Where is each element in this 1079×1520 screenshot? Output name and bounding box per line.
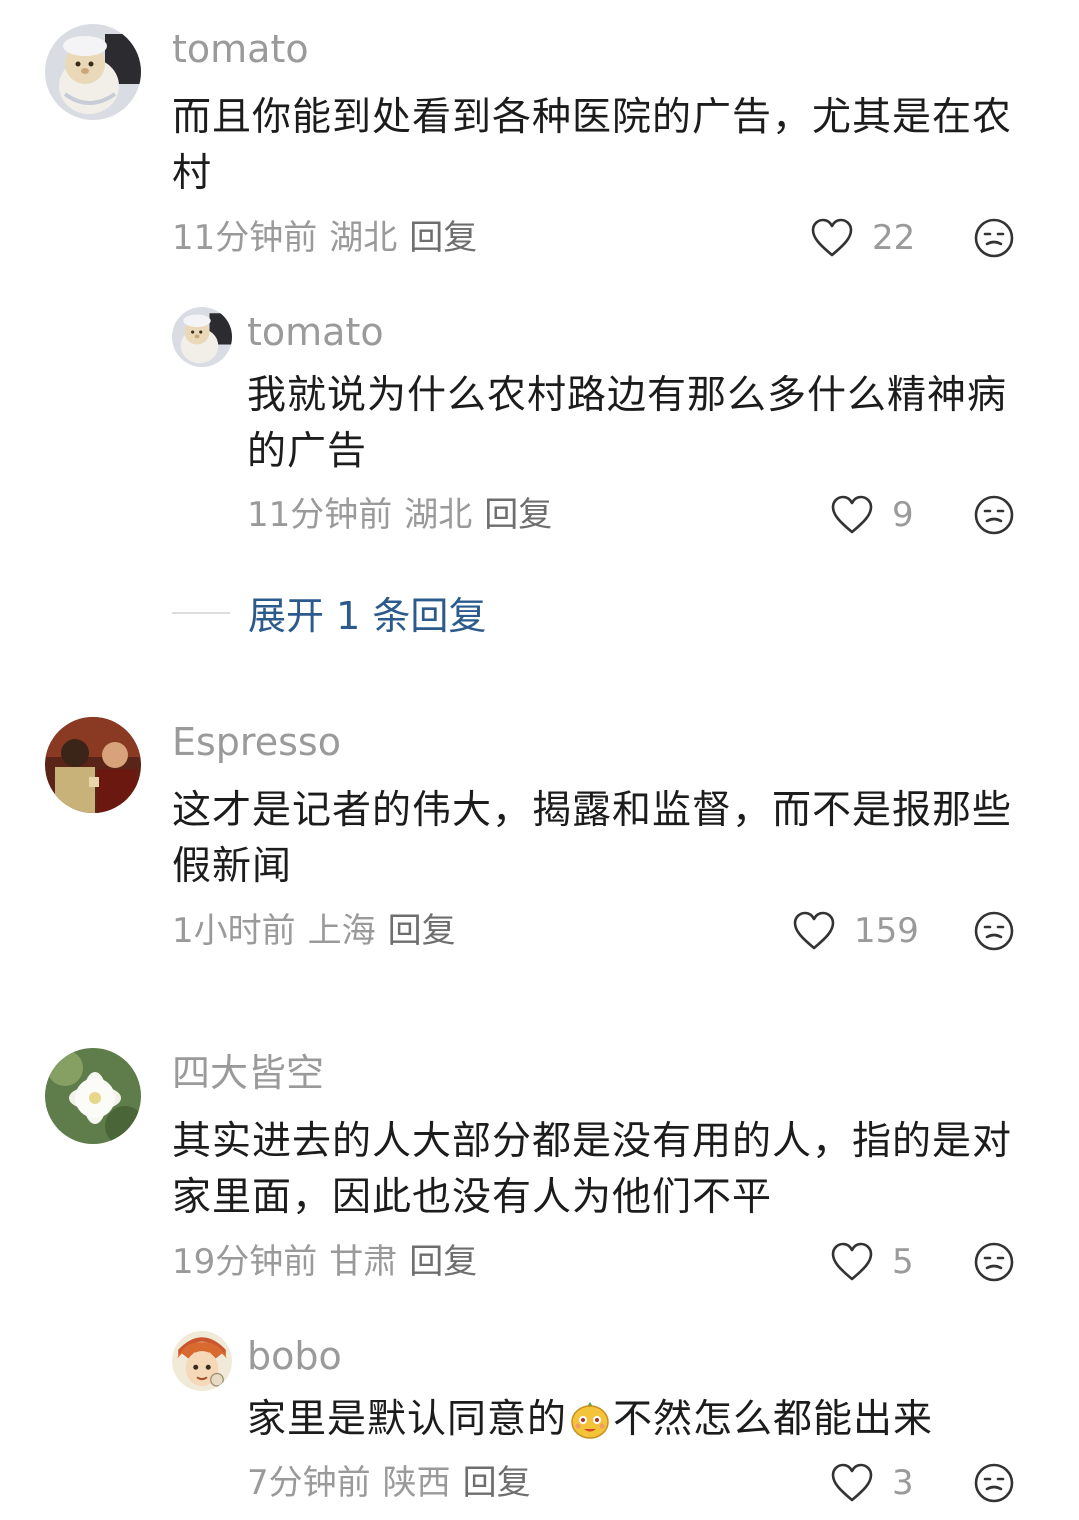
heart-outline-icon [831,1463,873,1502]
lotus-flower-avatar-icon [45,1048,141,1144]
comment-region: 甘肃 [329,1242,398,1282]
reply-button[interactable]: 回复 [463,1463,531,1503]
reply-button[interactable]: 回复 [409,1242,477,1282]
comment-meta: 11分钟前 湖北 回复 [247,495,552,535]
comment-username[interactable]: Espresso [172,719,341,765]
comment-username[interactable]: 四大皆空 [172,1050,324,1096]
expand-replies-button[interactable]: 展开 1 条回复 [172,585,486,640]
comment-meta: 7分钟前 陕西 回复 [247,1463,531,1503]
plush-bear-avatar-icon [45,24,141,120]
heart-outline-icon [831,1242,873,1281]
reply-button[interactable]: 回复 [409,218,477,258]
like-button[interactable]: 159 [792,911,919,951]
like-count: 9 [892,495,914,535]
anime-character-avatar-icon [172,1331,232,1391]
divider [172,611,230,614]
like-button[interactable]: 3 [830,1463,914,1503]
avatar[interactable] [45,717,141,813]
comment-time: 11分钟前 [247,495,393,535]
smiling-fruit-emoji-icon [569,1398,611,1440]
heart-outline-icon [793,911,835,950]
neutral-face-icon [974,1463,1014,1503]
comment-text: 其实进去的人大部分都是没有用的人，指的是对家里面，因此也没有人为他们不平 [172,1119,1013,1220]
like-button[interactable]: 5 [830,1242,914,1282]
avatar[interactable] [172,307,232,367]
plush-bear-avatar-icon [172,307,232,367]
comment-meta: 19分钟前 甘肃 回复 [172,1242,477,1282]
reply-button[interactable]: 回复 [388,911,456,951]
comment-text: 家里是默认同意的 不然怎么都能出来 [247,1392,1017,1448]
comment-time: 1小时前 [172,911,296,951]
neutral-face-icon [974,495,1014,535]
expand-replies-label[interactable]: 展开 1 条回复 [248,585,486,640]
comment-text-part: 不然怎么都能出来 [613,1397,934,1442]
movie-scene-avatar-icon [45,717,141,813]
like-button[interactable]: 22 [810,218,915,258]
dislike-button[interactable] [973,217,1015,259]
neutral-face-icon [974,1242,1014,1282]
comment-region: 上海 [307,911,376,951]
comment-username[interactable]: tomato [247,309,384,355]
comment-time: 19分钟前 [172,1242,318,1282]
comment-region: 陕西 [382,1463,451,1503]
comment-text: 而且你能到处看到各种医院的广告，尤其是在农村 [172,95,1013,196]
comment-region: 湖北 [329,218,398,258]
like-count: 5 [892,1242,914,1282]
neutral-face-icon [974,911,1014,951]
comment-time: 7分钟前 [247,1463,371,1503]
like-button[interactable]: 9 [830,495,914,535]
dislike-button[interactable] [973,1241,1015,1283]
dislike-button[interactable] [973,494,1015,536]
dislike-button[interactable] [973,1462,1015,1504]
avatar[interactable] [45,1048,141,1144]
reply-button[interactable]: 回复 [484,495,552,535]
like-count: 3 [892,1463,914,1503]
avatar[interactable] [172,1331,232,1391]
heart-outline-icon [811,218,853,257]
comment-text: 这才是记者的伟大，揭露和监督，而不是报那些假新闻 [172,788,1013,889]
comment-meta: 11分钟前 湖北 回复 [172,218,477,258]
comment-text: 我就说为什么农村路边有那么多什么精神病的广告 [247,373,1008,474]
like-count: 22 [872,218,916,258]
like-count: 159 [854,911,919,951]
heart-outline-icon [831,495,873,534]
avatar[interactable] [45,24,141,120]
comment-meta: 1小时前 上海 回复 [172,911,456,951]
neutral-face-icon [974,218,1014,258]
comment-text-part: 家里是默认同意的 [247,1397,568,1442]
dislike-button[interactable] [973,910,1015,952]
comment-username[interactable]: tomato [172,26,309,72]
comment-region: 湖北 [404,495,473,535]
comment-time: 11分钟前 [172,218,318,258]
comment-username[interactable]: bobo [247,1333,342,1379]
